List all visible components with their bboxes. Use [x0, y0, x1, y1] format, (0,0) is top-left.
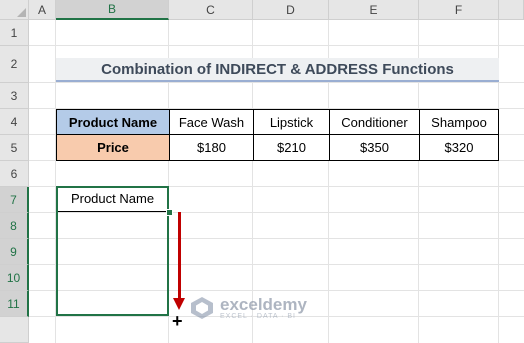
- column-header-d[interactable]: D: [253, 0, 329, 20]
- product-cell[interactable]: Face Wash: [169, 109, 254, 135]
- row-header-7[interactable]: 7: [0, 187, 29, 213]
- watermark-name: exceldemy: [220, 295, 307, 314]
- column-header-e[interactable]: E: [329, 0, 419, 20]
- column-header-next[interactable]: [499, 0, 524, 20]
- price-header-cell[interactable]: Price: [56, 134, 170, 161]
- sheet-title[interactable]: Combination of INDIRECT & ADDRESS Functi…: [56, 58, 499, 82]
- selected-range[interactable]: [56, 186, 169, 316]
- column-header-a[interactable]: A: [29, 0, 56, 20]
- row-header-11[interactable]: 11: [0, 291, 29, 317]
- drag-arrow-icon: [173, 298, 185, 310]
- column-header-b[interactable]: B: [56, 0, 169, 20]
- price-cell[interactable]: $320: [419, 134, 499, 161]
- price-cell[interactable]: $350: [329, 134, 420, 161]
- gridline: [29, 45, 524, 46]
- crosshair-cursor-icon: +: [172, 311, 183, 331]
- price-cell[interactable]: $180: [169, 134, 254, 161]
- row-header-2[interactable]: 2: [0, 46, 29, 83]
- column-header-c[interactable]: C: [169, 0, 253, 20]
- row-header-5[interactable]: 5: [0, 135, 29, 161]
- row-header-10[interactable]: 10: [0, 265, 29, 291]
- row-header-8[interactable]: 8: [0, 213, 29, 239]
- column-header-f[interactable]: F: [419, 0, 499, 20]
- fill-handle[interactable]: [166, 209, 173, 216]
- product-name-header-cell[interactable]: Product Name: [56, 109, 170, 135]
- row-header-12[interactable]: [0, 317, 29, 343]
- watermark-tagline: EXCEL · DATA · BI: [220, 313, 296, 320]
- watermark: exceldemy EXCEL · DATA · BI: [190, 296, 307, 320]
- row-header-9[interactable]: 9: [0, 239, 29, 265]
- product-cell[interactable]: Conditioner: [329, 109, 420, 135]
- gridline: [29, 82, 524, 83]
- select-all-icon: [17, 8, 26, 17]
- exceldemy-logo-icon: [191, 297, 213, 319]
- product-cell[interactable]: Lipstick: [253, 109, 330, 135]
- row-header-6[interactable]: 6: [0, 161, 29, 187]
- row-header-4[interactable]: 4: [0, 109, 29, 135]
- price-cell[interactable]: $210: [253, 134, 330, 161]
- row-header-3[interactable]: 3: [0, 83, 29, 109]
- drag-arrow-shaft: [178, 212, 181, 300]
- row-header-1[interactable]: 1: [0, 20, 29, 46]
- select-all-corner[interactable]: [0, 0, 29, 20]
- product-cell[interactable]: Shampoo: [419, 109, 499, 135]
